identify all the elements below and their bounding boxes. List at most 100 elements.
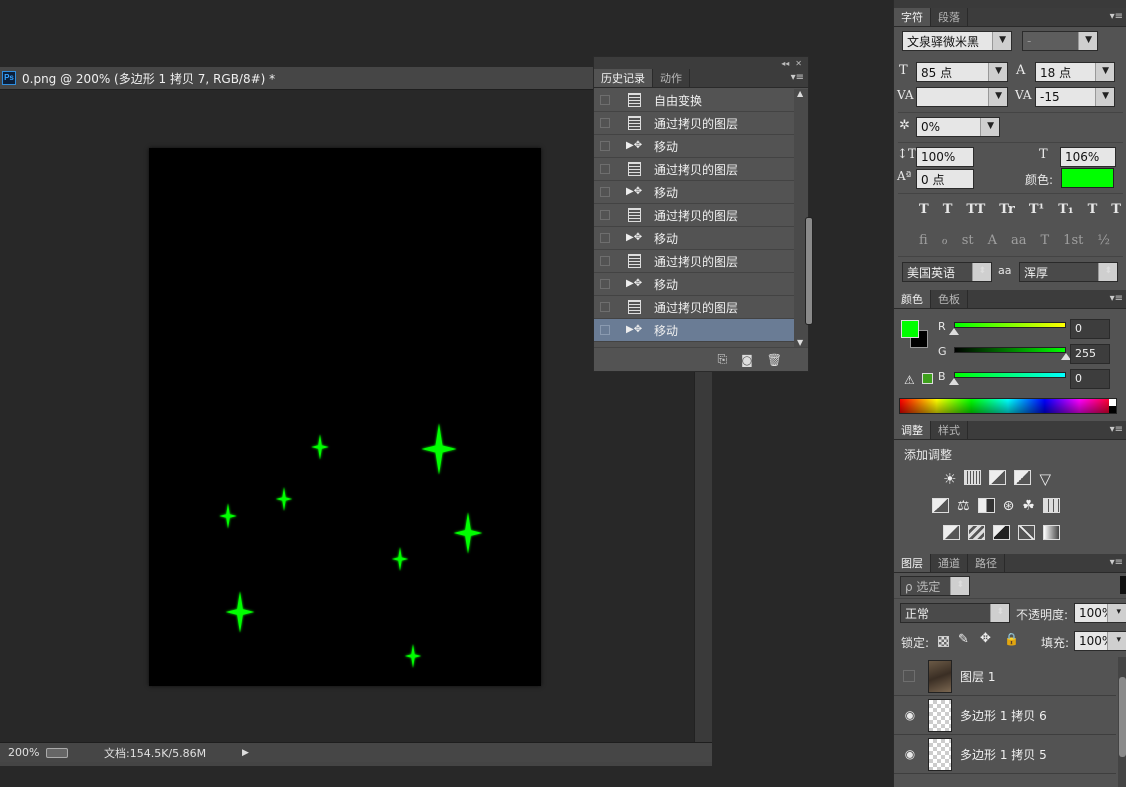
blend-mode-select[interactable]: 正常 ⬍: [900, 603, 1010, 623]
history-item[interactable]: 通过拷贝的图层: [594, 204, 794, 227]
tab-history[interactable]: 历史记录: [594, 69, 653, 87]
photo-filter-icon[interactable]: ⊛: [1003, 498, 1015, 514]
horizontal-scale-field[interactable]: 106%: [1060, 147, 1116, 167]
channel-mixer-icon[interactable]: ☘: [1022, 498, 1035, 514]
tab-adjustments[interactable]: 调整: [894, 421, 931, 439]
kerning-field[interactable]: ▼: [916, 87, 1008, 107]
color-lookup-icon[interactable]: [1042, 498, 1060, 513]
channel-slider-thumb[interactable]: [949, 378, 959, 385]
scroll-down-icon[interactable]: ▼: [797, 338, 803, 347]
curves-icon[interactable]: [989, 470, 1007, 485]
snapshot-source-checkbox[interactable]: [600, 256, 610, 266]
tab-channels[interactable]: 通道: [931, 554, 968, 572]
antialias-select[interactable]: 浑厚 ⬍: [1019, 262, 1118, 282]
tab-paragraph[interactable]: 段落: [931, 8, 968, 26]
foreground-color-swatch[interactable]: [901, 320, 919, 338]
panel-menu-icon[interactable]: ▾≡: [1110, 293, 1123, 304]
snapshot-source-checkbox[interactable]: [600, 164, 610, 174]
gradient-triangle-icon[interactable]: ▽: [1039, 470, 1051, 488]
trash-icon[interactable]: 🗑: [767, 353, 782, 367]
lock-position-icon[interactable]: ✥: [980, 631, 991, 646]
lock-transparent-pixels-icon[interactable]: [938, 636, 949, 647]
type-style-button[interactable]: Tr: [999, 202, 1015, 217]
black-white-icon[interactable]: [977, 498, 995, 513]
history-item[interactable]: 通过拷贝的图层: [594, 250, 794, 273]
invert-icon[interactable]: [943, 525, 960, 540]
tab-layers[interactable]: 图层: [894, 554, 931, 572]
status-menu-arrow-icon[interactable]: ▶: [242, 748, 249, 758]
opentype-feature-button[interactable]: 1st: [1063, 233, 1083, 248]
tsume-field[interactable]: 0% ▼: [916, 117, 1000, 137]
history-item[interactable]: ▶✥ 移动: [594, 319, 794, 342]
snapshot-source-checkbox[interactable]: [600, 210, 610, 220]
layers-scrollbar[interactable]: [1118, 657, 1126, 787]
type-style-button[interactable]: T: [1088, 202, 1098, 217]
panel-menu-icon[interactable]: ▾≡: [1110, 557, 1123, 568]
white-swatch[interactable]: [1109, 399, 1116, 406]
type-style-button[interactable]: T₁: [1058, 202, 1073, 217]
opacity-field[interactable]: 100% ▾: [1074, 603, 1126, 623]
color-balance-icon[interactable]: ⚖: [957, 498, 970, 514]
tab-paths[interactable]: 路径: [968, 554, 1005, 572]
history-item[interactable]: ▶✥ 移动: [594, 273, 794, 296]
channel-value-field[interactable]: 0: [1070, 319, 1110, 339]
snapshot-camera-icon[interactable]: ◙: [741, 353, 753, 367]
history-item[interactable]: ▶✥ 移动: [594, 135, 794, 158]
layer-row[interactable]: 图层 1: [894, 657, 1116, 696]
leading-field[interactable]: 18 点 ▼: [1035, 62, 1115, 82]
font-family-select[interactable]: 文泉驿微米黑 ▼: [902, 31, 1012, 51]
history-item[interactable]: 通过拷贝的图层: [594, 296, 794, 319]
gamut-warning-icon[interactable]: ⚠: [904, 373, 915, 387]
threshold-icon[interactable]: [993, 525, 1010, 540]
snapshot-source-checkbox[interactable]: [600, 279, 610, 289]
type-style-button[interactable]: T¹: [1029, 202, 1044, 217]
layers-scroll-thumb[interactable]: [1119, 677, 1126, 757]
channel-slider[interactable]: [954, 347, 1066, 353]
scroll-up-icon[interactable]: ▲: [797, 89, 803, 98]
zoom-level[interactable]: 200%: [8, 746, 46, 759]
baseline-shift-field[interactable]: 0 点: [916, 169, 974, 189]
vibrance-icon[interactable]: [932, 498, 949, 513]
channel-slider[interactable]: [954, 322, 1066, 328]
tab-styles[interactable]: 样式: [931, 421, 968, 439]
close-panel-icon[interactable]: ✕: [795, 59, 802, 68]
tab-swatches[interactable]: 色板: [931, 290, 968, 308]
history-item[interactable]: 通过拷贝的图层: [594, 158, 794, 181]
layer-filter-select[interactable]: ρ 选定 ⬍: [900, 576, 970, 596]
channel-value-field[interactable]: 0: [1070, 369, 1110, 389]
channel-value-field[interactable]: 255: [1070, 344, 1110, 364]
gradient-map-icon[interactable]: [1043, 525, 1060, 540]
panel-menu-icon[interactable]: ▾≡: [1110, 424, 1123, 435]
tracking-field[interactable]: -15 ▼: [1035, 87, 1115, 107]
panel-menu-icon[interactable]: ▾≡: [1110, 11, 1123, 22]
opentype-feature-button[interactable]: ½: [1097, 233, 1110, 248]
eye-icon[interactable]: ◉: [900, 747, 920, 761]
eye-icon[interactable]: ◉: [900, 708, 920, 722]
type-style-button[interactable]: T: [919, 202, 929, 217]
opentype-feature-button[interactable]: A: [988, 233, 997, 248]
lock-image-pixels-icon[interactable]: ✎: [958, 632, 969, 647]
visibility-toggle[interactable]: [903, 670, 915, 682]
snapshot-source-checkbox[interactable]: [600, 118, 610, 128]
filter-toggle[interactable]: [1120, 576, 1126, 594]
snapshot-source-checkbox[interactable]: [600, 95, 610, 105]
tab-actions[interactable]: 动作: [653, 69, 690, 87]
brightness-contrast-icon[interactable]: ☀: [943, 470, 956, 488]
opentype-feature-button[interactable]: fi: [919, 233, 928, 248]
levels-icon[interactable]: [964, 470, 982, 485]
snapshot-source-checkbox[interactable]: [600, 233, 610, 243]
web-safe-color-icon[interactable]: [922, 373, 933, 384]
opentype-feature-button[interactable]: st: [962, 233, 974, 248]
channel-slider[interactable]: [954, 372, 1066, 378]
channel-slider-thumb[interactable]: [949, 328, 959, 335]
history-item[interactable]: ▶✥ 移动: [594, 227, 794, 250]
black-swatch[interactable]: [1109, 406, 1116, 413]
layer-row[interactable]: ◉ 多边形 1 拷贝 6: [894, 696, 1116, 735]
scroll-thumb[interactable]: [805, 217, 813, 325]
panel-menu-icon[interactable]: ▾≡: [791, 72, 804, 83]
language-select[interactable]: 美国英语 ⬍: [902, 262, 992, 282]
new-document-from-state-icon[interactable]: ⎘: [718, 352, 728, 367]
snapshot-source-checkbox[interactable]: [600, 302, 610, 312]
canvas[interactable]: [149, 148, 541, 686]
selective-color-icon[interactable]: [1018, 525, 1035, 540]
